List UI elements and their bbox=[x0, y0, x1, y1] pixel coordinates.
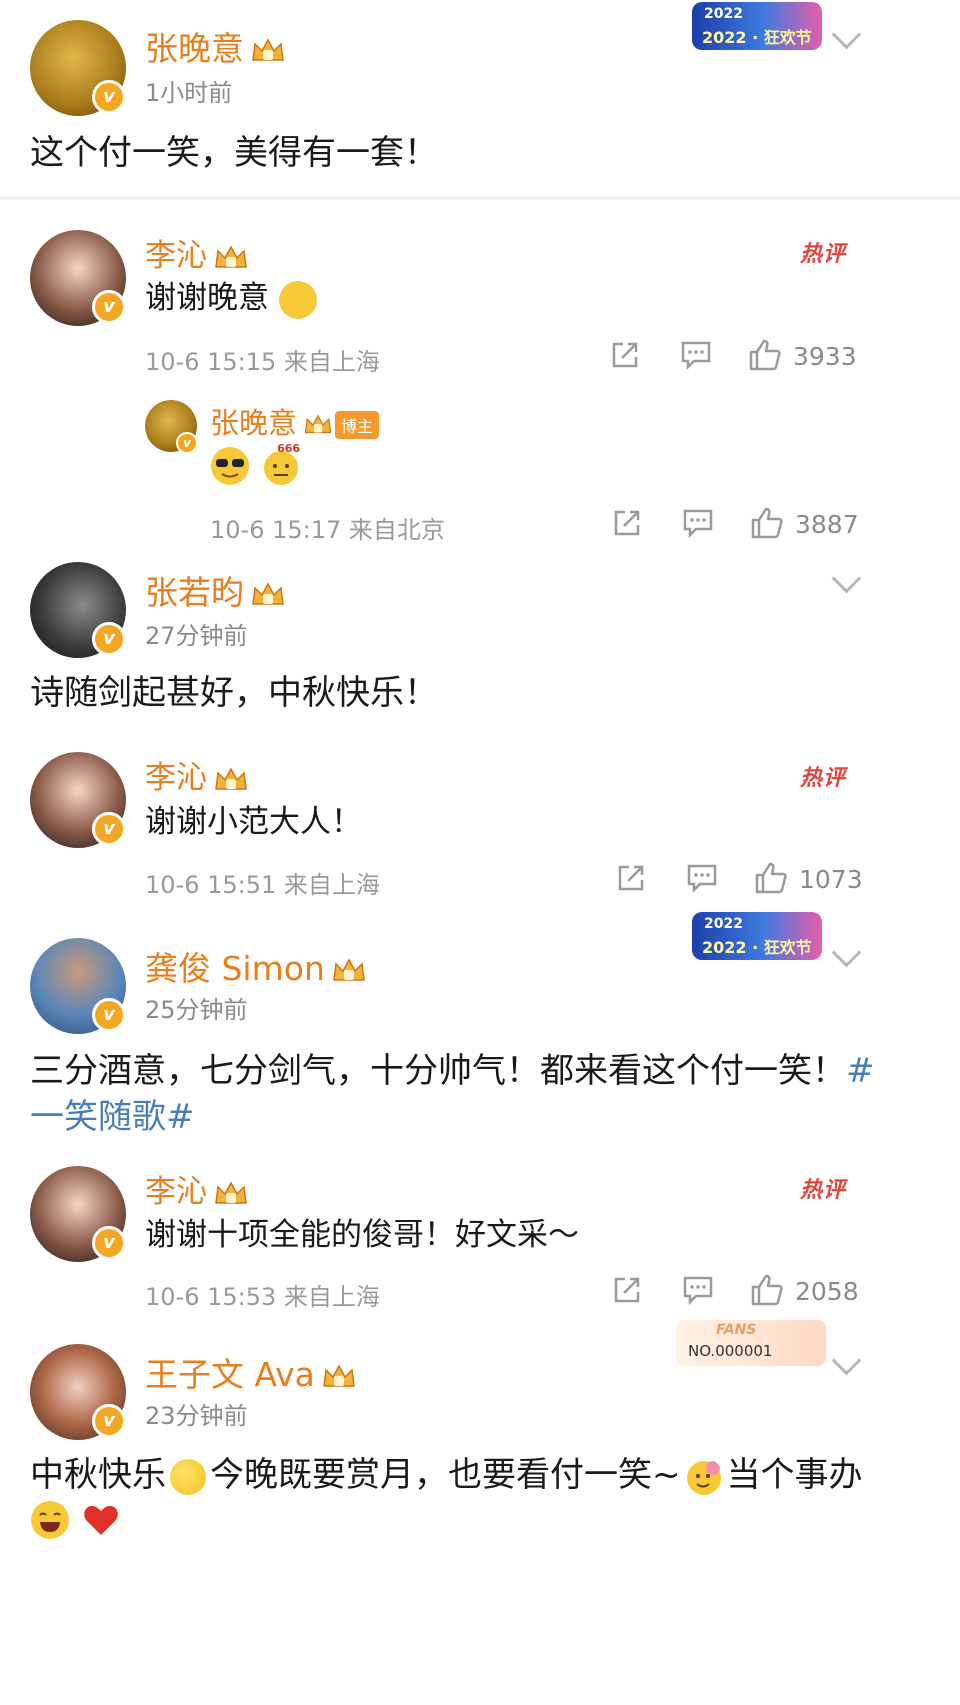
timestamp: 1小时前 bbox=[145, 79, 233, 107]
emoji-row bbox=[30, 1500, 121, 1540]
chevron-down-icon[interactable] bbox=[831, 563, 862, 594]
hashtag-link[interactable]: 一笑随歌# bbox=[30, 1092, 195, 1142]
666-emoji-icon bbox=[278, 280, 317, 319]
comment-icon[interactable] bbox=[682, 1275, 714, 1305]
crown-icon bbox=[215, 244, 247, 268]
fans-label: FANS bbox=[716, 1322, 757, 1338]
username[interactable]: 王子文 Ava bbox=[145, 1348, 357, 1396]
like-count: 2058 bbox=[795, 1277, 859, 1306]
verified-icon: v bbox=[92, 1226, 126, 1260]
event-banner[interactable]: 2022 2022 · 狂欢节 bbox=[692, 912, 822, 960]
sunglasses-emoji-icon bbox=[211, 447, 249, 485]
comment-meta: 10-6 15:17 来自北京 bbox=[210, 516, 445, 544]
timestamp: 23分钟前 bbox=[145, 1402, 248, 1430]
crown-icon bbox=[215, 1180, 247, 1204]
verified-icon: v bbox=[92, 290, 126, 324]
username[interactable]: 龚俊 Simon bbox=[145, 942, 367, 990]
like-icon[interactable] bbox=[750, 506, 784, 540]
crown-icon bbox=[252, 37, 284, 61]
emoji-row: 666 bbox=[210, 442, 301, 486]
timestamp: 27分钟前 bbox=[145, 622, 248, 650]
username[interactable]: 张若昀 bbox=[145, 566, 286, 614]
chevron-down-icon[interactable] bbox=[831, 1345, 862, 1376]
crown-icon bbox=[304, 414, 332, 434]
hot-comment-badge: 热评 bbox=[800, 766, 847, 791]
crown-icon bbox=[252, 581, 284, 605]
fans-number: NO.000001 bbox=[688, 1342, 773, 1360]
heart-icon bbox=[84, 1505, 118, 1535]
like-count: 3887 bbox=[795, 510, 859, 539]
share-icon[interactable] bbox=[612, 508, 642, 538]
comment-icon[interactable] bbox=[680, 340, 712, 370]
laughing-emoji-icon bbox=[31, 1501, 69, 1539]
verified-icon: v bbox=[92, 622, 126, 656]
like-icon[interactable] bbox=[748, 338, 782, 372]
comment-icon[interactable] bbox=[686, 863, 718, 893]
flower-face-emoji-icon bbox=[686, 1460, 721, 1495]
username[interactable]: 李沁 bbox=[145, 230, 249, 275]
verified-icon: v bbox=[92, 1404, 126, 1438]
comment-text: 这个付一笑，美得有一套！ bbox=[30, 133, 438, 173]
crown-icon bbox=[323, 1363, 355, 1387]
share-icon[interactable] bbox=[612, 1275, 642, 1305]
verified-icon: v bbox=[176, 432, 198, 454]
comment-meta: 10-6 15:53 来自上海 bbox=[145, 1283, 380, 1311]
comment-text: 谢谢小范大人！ bbox=[145, 804, 362, 840]
author-tag: 博主 bbox=[335, 411, 380, 439]
comment-text: 诗随剑起甚好，中秋快乐！ bbox=[30, 673, 438, 713]
verified-icon: v bbox=[92, 812, 126, 846]
verified-icon: v bbox=[92, 998, 126, 1032]
moon-emoji-icon bbox=[170, 1458, 206, 1495]
divider bbox=[0, 196, 960, 200]
like-count: 1073 bbox=[799, 865, 863, 894]
comment-meta: 10-6 15:15 来自上海 bbox=[145, 348, 380, 376]
like-count: 3933 bbox=[793, 342, 857, 371]
verified-icon: v bbox=[92, 80, 126, 114]
like-icon[interactable] bbox=[750, 1273, 784, 1307]
share-icon[interactable] bbox=[616, 863, 646, 893]
hot-comment-badge: 热评 bbox=[800, 242, 847, 267]
comment-text: 三分酒意，七分剑气，十分帅气！都来看这个付一笑！# bbox=[30, 1051, 875, 1091]
like-icon[interactable] bbox=[754, 861, 788, 895]
timestamp: 25分钟前 bbox=[145, 996, 248, 1024]
comment-text: 中秋快乐 今晚既要赏月，也要看付一笑~ 当个事办 bbox=[30, 1455, 863, 1495]
comment-text: 谢谢十项全能的俊哥！好文采～ bbox=[145, 1217, 579, 1253]
chevron-down-icon[interactable] bbox=[831, 19, 862, 50]
hashtag-link[interactable]: # bbox=[846, 1051, 875, 1091]
username[interactable]: 李沁 bbox=[145, 1166, 249, 1211]
crown-icon bbox=[333, 957, 365, 981]
comment-text: 谢谢晚意 bbox=[145, 273, 317, 323]
username[interactable]: 张晚意 bbox=[145, 22, 286, 70]
share-icon[interactable] bbox=[610, 340, 640, 370]
username[interactable]: 李沁 bbox=[145, 752, 249, 797]
emoji-caption: 666 bbox=[277, 442, 301, 455]
chevron-down-icon[interactable] bbox=[831, 937, 862, 968]
event-banner[interactable]: 2022 2022 · 狂欢节 bbox=[692, 2, 822, 50]
comment-icon[interactable] bbox=[682, 508, 714, 538]
hot-comment-badge: 热评 bbox=[800, 1178, 847, 1203]
username[interactable]: 张晚意 博主 bbox=[210, 400, 380, 442]
crown-icon bbox=[215, 766, 247, 790]
comment-meta: 10-6 15:51 来自上海 bbox=[145, 871, 380, 899]
fans-badge[interactable]: FANS NO.000001 bbox=[676, 1320, 826, 1366]
